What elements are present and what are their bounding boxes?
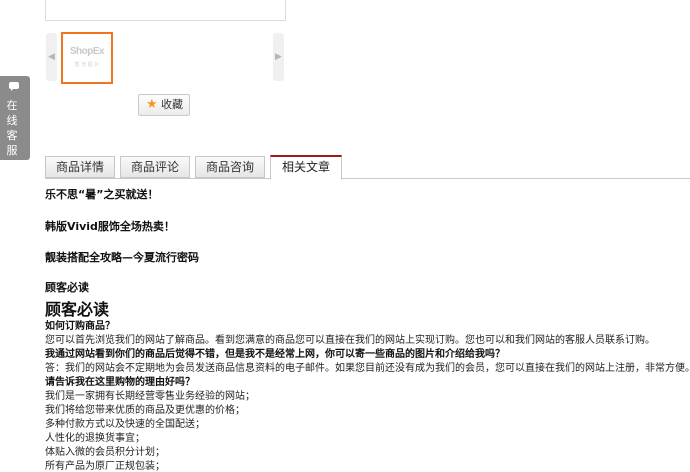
chat-icon bbox=[9, 82, 19, 91]
article-link[interactable]: 乐不思“暑”之买就送！ bbox=[45, 186, 158, 202]
tab-related-articles[interactable]: 相关文章 bbox=[270, 155, 342, 180]
favorite-label: 收藏 bbox=[161, 98, 183, 111]
faq-answer: 所有产品为原厂正规包装； bbox=[45, 461, 165, 472]
tab-product-details[interactable]: 商品详情 bbox=[45, 156, 115, 178]
faq-question: 我通过网站看到你们的商品后觉得不错，但是我不是经常上网，你可以寄一些商品的图片和… bbox=[45, 349, 505, 360]
faq-answer: 我们是一家拥有长期经营零售业务经验的网站； bbox=[45, 391, 255, 402]
favorite-button[interactable]: ★ 收藏 bbox=[138, 94, 190, 116]
faq-answer: 您可以首先浏览我们的网站了解商品。看到您满意的商品您可以直接在我们的网站上实现订… bbox=[45, 335, 655, 346]
thumbnail-prev-button[interactable]: ◀ bbox=[46, 33, 57, 81]
thumbnail-next-button[interactable]: ▶ bbox=[273, 33, 284, 81]
thumbnail-caption: 暂 无 图 片 bbox=[74, 62, 100, 68]
thumbnail-logo: ShopEx bbox=[69, 46, 105, 57]
product-thumbnail[interactable]: ShopEx 暂 无 图 片 bbox=[61, 32, 113, 84]
star-icon: ★ bbox=[146, 97, 158, 112]
faq-question: 如何订购商品？ bbox=[45, 321, 115, 332]
online-service-label: 在 线 客 服 bbox=[6, 99, 18, 157]
chevron-right-icon: ▶ bbox=[275, 52, 282, 62]
chevron-left-icon: ◀ bbox=[48, 52, 55, 62]
product-main-image bbox=[45, 0, 286, 21]
article-link[interactable]: 韩版Vivid服饰全场热卖！ bbox=[45, 218, 175, 234]
article-link[interactable]: 靓装搭配全攻略—今夏流行密码 bbox=[45, 249, 199, 265]
faq-question: 请告诉我在这里购物的理由好吗？ bbox=[45, 377, 195, 388]
tab-product-inquiries[interactable]: 商品咨询 bbox=[195, 156, 265, 178]
faq-answer: 答：我们的网站会不定期地为会员发送商品信息资料的电子邮件。如果您目前还没有成为我… bbox=[45, 363, 690, 374]
online-service-tab[interactable]: 在 线 客 服 bbox=[0, 76, 30, 160]
faq-answer: 体贴入微的会员积分计划； bbox=[45, 447, 165, 458]
faq-answer: 我们将给您带来优质的商品及更优惠的价格； bbox=[45, 405, 245, 416]
tab-product-reviews[interactable]: 商品评论 bbox=[120, 156, 190, 178]
faq-answer: 多种付款方式以及快速的全国配送； bbox=[45, 419, 205, 430]
faq-answer: 人性化的退换货事宜； bbox=[45, 433, 145, 444]
product-tabs: 商品详情 商品评论 商品咨询 相关文章 bbox=[45, 155, 690, 180]
article-link[interactable]: 顾客必读 bbox=[45, 279, 89, 295]
